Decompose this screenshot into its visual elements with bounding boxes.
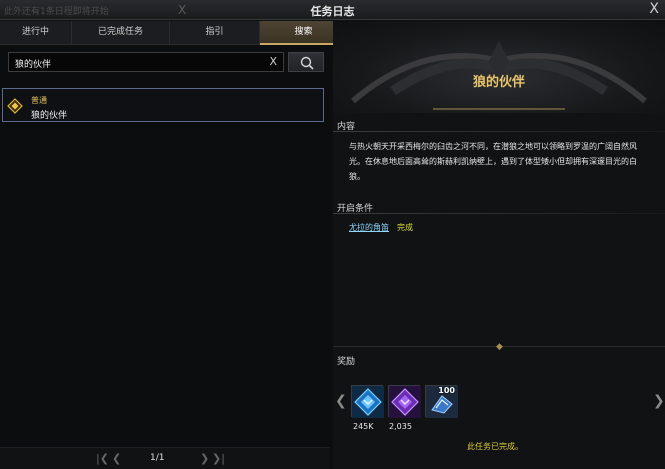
ornament-decoration — [351, 41, 647, 110]
search-box: X — [8, 52, 284, 72]
first-page-icon[interactable]: |❮ — [96, 452, 109, 465]
purple-crystal-icon — [389, 386, 421, 418]
tab-completed[interactable]: 已完成任务 — [72, 21, 170, 45]
reward-slot-3[interactable]: 100 — [425, 385, 458, 418]
divider-diamond-icon: ◆ — [496, 342, 503, 352]
title-bar: 此外还有1条日程即将开始 X 任务日志 X — [0, 0, 665, 20]
pagination: |❮ ❮ 1/1 ❯ ❯| — [0, 447, 330, 469]
prerequisite-status: 完成 — [397, 223, 413, 232]
reward-slot-1[interactable] — [351, 385, 384, 418]
prerequisite-quest-link[interactable]: 尤拉的角笛 — [349, 222, 389, 233]
reward-slot-2[interactable] — [388, 385, 421, 418]
window-title: 任务日志 — [310, 5, 355, 18]
close-window-button[interactable]: X — [649, 1, 659, 17]
quest-log-window: 此外还有1条日程即将开始 X 任务日志 X 进行中 已完成任务 指引 搜索 X — [0, 0, 665, 469]
quest-detail-panel: 狼的伙伴 内容 与热火朝天开采西梅尔的臼齿之河不同，在潜狼之地可以领略到罗温的广… — [333, 21, 665, 469]
quest-diamond-icon — [7, 98, 23, 114]
reward-value-2: 2,035 — [389, 422, 412, 431]
quest-completed-text: 此任务已完成。 — [467, 442, 523, 451]
quest-description: 与热火朝天开采西梅尔的臼齿之河不同，在潜狼之地可以领略到罗温的广阔自然风光。在休… — [349, 142, 637, 181]
next-page-icon[interactable]: ❯ — [200, 452, 209, 465]
reward-heading: 奖励 — [337, 357, 356, 367]
condition-divider — [333, 213, 665, 214]
quest-title: 狼的伙伴 — [472, 75, 525, 90]
tab-in-progress[interactable]: 进行中 — [0, 21, 72, 45]
search-button[interactable] — [288, 52, 324, 72]
search-input[interactable] — [15, 56, 255, 70]
quest-banner: 狼的伙伴 — [333, 21, 665, 113]
search-row: X — [8, 52, 324, 72]
reward-prev-arrow-icon[interactable]: ❮ — [335, 393, 347, 409]
last-page-icon[interactable]: ❯| — [212, 452, 225, 465]
search-result-item[interactable]: 普通 狼的伙伴 — [2, 88, 324, 122]
search-panel: X 普通 狼的伙伴 |❮ ❮ 1/1 ❯ ❯| — [0, 46, 330, 469]
quest-type-label: 普通 — [31, 96, 47, 105]
quest-name-label: 狼的伙伴 — [31, 111, 68, 121]
search-icon — [300, 56, 314, 70]
tab-bar: 进行中 已完成任务 指引 搜索 — [0, 21, 350, 45]
prev-page-icon[interactable]: ❮ — [112, 452, 121, 465]
reward-next-arrow-icon[interactable]: ❯ — [653, 393, 665, 409]
clear-search-button[interactable]: X — [269, 55, 277, 68]
reward-value-1: 245K — [353, 422, 374, 431]
blue-crystal-icon — [352, 386, 384, 418]
reward-count: 100 — [438, 386, 455, 395]
page-indicator: 1/1 — [150, 453, 165, 463]
tab-guide[interactable]: 指引 — [170, 21, 260, 45]
content-divider — [333, 131, 665, 132]
